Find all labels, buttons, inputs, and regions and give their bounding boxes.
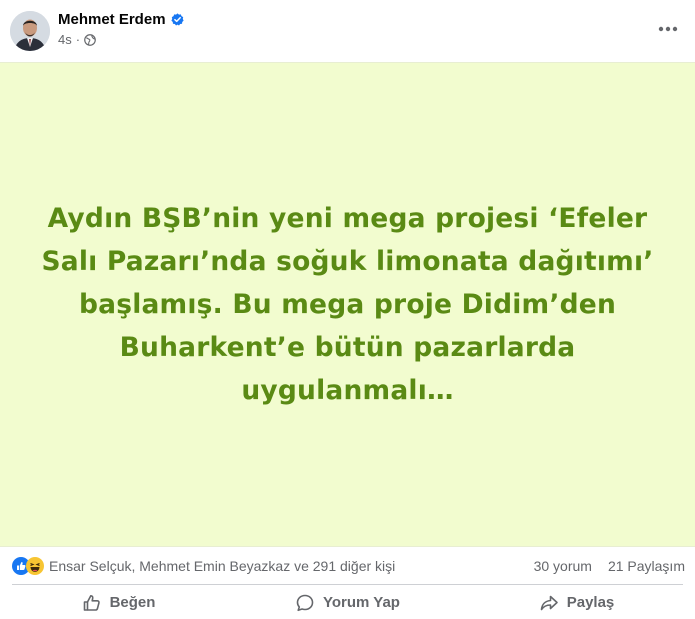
post-text: Aydın BŞB’nin yeni mega projesi ‘Efeler …: [41, 203, 654, 406]
comment-bubble-icon: [296, 594, 314, 611]
thumbs-up-icon: [83, 594, 100, 611]
share-label: Paylaş: [566, 594, 615, 611]
verified-badge-icon: [170, 13, 184, 26]
author-name[interactable]: Mehmet Erdem: [58, 11, 166, 28]
author-name-row: Mehmet Erdem: [58, 11, 184, 28]
share-arrow-icon: [540, 595, 558, 610]
post-card: Mehmet Erdem 4s · Aydın BŞB’nin yeni meg…: [0, 0, 695, 619]
post-timestamp[interactable]: 4s: [58, 32, 72, 47]
author-avatar[interactable]: [10, 11, 50, 51]
globe-icon: [84, 33, 96, 46]
meta-separator: ·: [75, 32, 81, 47]
post-content: Aydın BŞB’nin yeni mega projesi ‘Efeler …: [0, 62, 695, 547]
like-label: Beğen: [109, 594, 156, 611]
more-dots-icon: [658, 26, 678, 32]
comment-label: Yorum Yap: [323, 594, 400, 611]
post-stats: Ensar Selçuk, Mehmet Emin Beyazkaz ve 29…: [0, 548, 695, 584]
shares-count[interactable]: 21 Paylaşım: [608, 558, 685, 574]
post-meta: 4s ·: [58, 32, 96, 47]
comment-button[interactable]: Yorum Yap: [233, 586, 462, 619]
engagement-counts: 30 yorum 21 Paylaşım: [534, 558, 685, 574]
more-options-button[interactable]: [653, 14, 683, 44]
reaction-icons[interactable]: [12, 557, 44, 575]
post-header: Mehmet Erdem 4s ·: [0, 0, 695, 62]
reactors-text[interactable]: Ensar Selçuk, Mehmet Emin Beyazkaz ve 29…: [49, 558, 395, 574]
share-button[interactable]: Paylaş: [462, 586, 691, 619]
like-button[interactable]: Beğen: [4, 586, 233, 619]
post-actions: Beğen Yorum Yap Paylaş: [4, 586, 691, 619]
haha-icon: [26, 557, 44, 575]
actions-divider: [12, 584, 683, 585]
comments-count[interactable]: 30 yorum: [534, 558, 592, 574]
